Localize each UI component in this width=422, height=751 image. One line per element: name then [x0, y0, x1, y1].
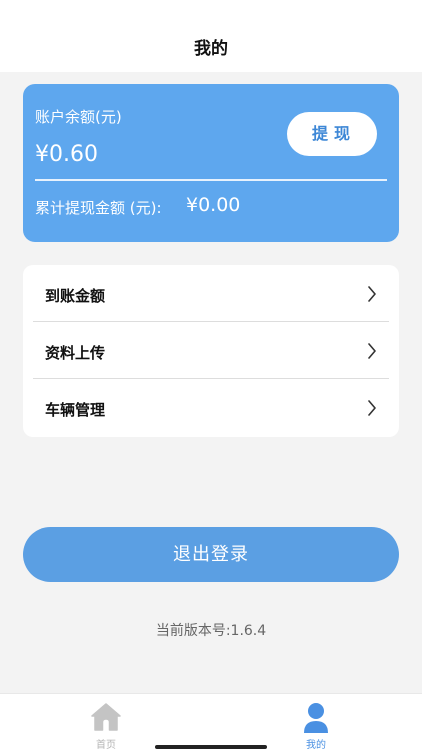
- menu-item-label: 资料上传: [45, 344, 106, 362]
- balance-value: ¥0.60: [35, 142, 98, 167]
- chevron-right-icon: [368, 400, 376, 416]
- menu-item-vehicle-management[interactable]: 车辆管理: [33, 379, 389, 436]
- card-divider: [35, 179, 387, 181]
- cumulative-withdrawal-value: ¥0.00: [186, 194, 241, 216]
- menu-card: 到账金额 资料上传 车辆管理: [23, 265, 399, 437]
- user-icon: [304, 703, 328, 733]
- withdraw-button[interactable]: 提现: [287, 112, 377, 156]
- logout-button[interactable]: 退出登录: [23, 527, 399, 582]
- page-title: 我的: [194, 39, 228, 59]
- chevron-right-icon: [368, 286, 376, 302]
- balance-label: 账户余额(元): [35, 108, 122, 126]
- chevron-right-icon: [368, 343, 376, 359]
- tab-home[interactable]: 首页: [56, 694, 156, 751]
- bottom-tab-bar: 首页 我的: [0, 693, 422, 751]
- menu-item-label: 车辆管理: [45, 401, 106, 419]
- balance-card: 账户余额(元) ¥0.60 提现 累计提现金额 (元): ¥0.00: [23, 84, 399, 242]
- tab-home-label: 首页: [96, 740, 116, 751]
- cumulative-withdrawal-label: 累计提现金额 (元):: [35, 199, 162, 217]
- tab-mine[interactable]: 我的: [266, 694, 366, 751]
- top-navigation-bar: 我的: [0, 0, 422, 72]
- version-text: 当前版本号:1.6.4: [155, 623, 267, 639]
- home-indicator: [155, 745, 267, 749]
- tab-mine-label: 我的: [306, 740, 326, 751]
- home-icon: [91, 703, 121, 731]
- menu-item-label: 到账金额: [45, 287, 106, 305]
- menu-item-document-upload[interactable]: 资料上传: [33, 322, 389, 379]
- menu-item-received-amount[interactable]: 到账金额: [33, 265, 389, 322]
